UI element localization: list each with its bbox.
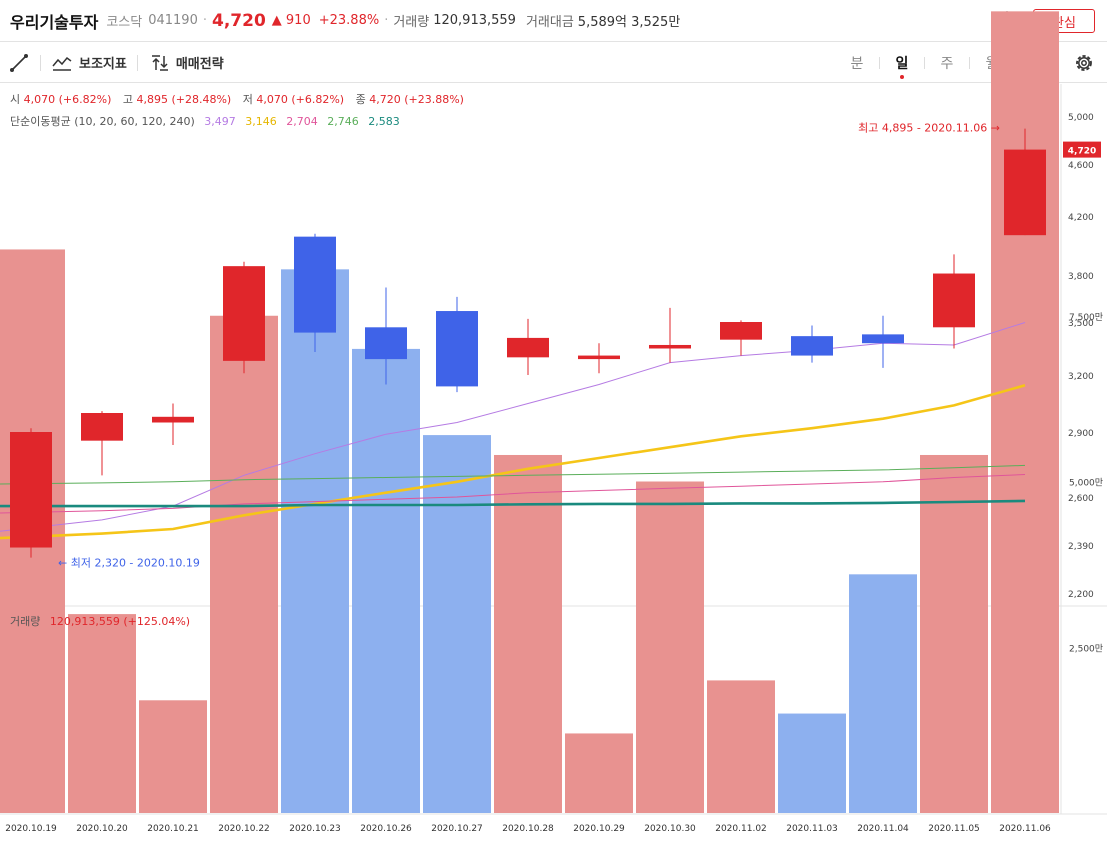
low-value: 4,070 (+6.82%) — [256, 93, 345, 106]
min-annotation: ← 최저 2,320 - 2020.10.19 — [58, 557, 200, 570]
date-tick-label: 2020.11.05 — [928, 824, 980, 834]
close-value: 4,720 (+23.88%) — [369, 93, 464, 106]
date-tick-label: 2020.11.03 — [786, 824, 838, 834]
date-tick-label: 2020.10.20 — [76, 824, 128, 834]
candle-body — [436, 311, 478, 387]
ma10-value: 3,497 — [204, 115, 236, 128]
date-tick-label: 2020.10.27 — [431, 824, 483, 834]
candle-body — [1004, 149, 1046, 236]
date-tick-label: 2020.10.23 — [289, 824, 341, 834]
open-value: 4,070 (+6.82%) — [23, 93, 112, 106]
open-label: 시 — [10, 93, 21, 106]
date-tick-label: 2020.10.19 — [5, 824, 57, 834]
volume-bar — [210, 315, 278, 813]
candle-body — [294, 236, 336, 333]
candle-body — [10, 432, 52, 548]
candle-body — [152, 416, 194, 423]
price-tick-label: 3,200 — [1068, 372, 1094, 382]
date-tick-label: 2020.10.29 — [573, 824, 625, 834]
volume-legend: 거래량 120,913,559 (+125.04%) — [10, 613, 190, 629]
max-annotation: 최고 4,895 - 2020.11.06 → — [858, 122, 1000, 135]
high-label: 고 — [122, 93, 133, 106]
candle-body — [720, 322, 762, 340]
close-label: 종 — [355, 93, 366, 106]
volume-tick-label: 5,000만 — [1069, 478, 1103, 489]
candle-body — [791, 336, 833, 356]
date-tick-label: 2020.10.28 — [502, 824, 554, 834]
price-tick-label: 2,600 — [1068, 494, 1094, 504]
volume-bar — [494, 454, 562, 813]
price-tick-label: 2,200 — [1068, 590, 1094, 600]
volume-bar — [636, 481, 704, 813]
volume-bar — [565, 733, 633, 813]
ma240-value: 2,583 — [368, 115, 400, 128]
volume-tick-label: 7,500만 — [1069, 312, 1103, 323]
candle-body — [507, 337, 549, 358]
date-tick-label: 2020.11.04 — [857, 824, 909, 834]
date-tick-label: 2020.10.26 — [360, 824, 412, 834]
price-tick-label: 2,900 — [1068, 429, 1094, 439]
volume-tick-label: 2,500만 — [1069, 643, 1103, 654]
price-tick-label: 4,600 — [1068, 161, 1094, 171]
date-tick-label: 2020.10.22 — [218, 824, 270, 834]
candle-body — [933, 273, 975, 328]
ohlc-legend: 시 4,070 (+6.82%) 고 4,895 (+28.48%) 저 4,0… — [10, 91, 472, 107]
current-price-label: 4,720 — [1068, 147, 1096, 157]
candle-body — [81, 413, 123, 441]
price-tick-label: 3,800 — [1068, 272, 1094, 282]
price-tick-label: 2,390 — [1068, 542, 1094, 552]
candle-body — [223, 266, 265, 361]
date-tick-label: 2020.11.06 — [999, 824, 1051, 834]
date-tick-label: 2020.10.21 — [147, 824, 199, 834]
volume-bar — [352, 348, 420, 813]
candle-body — [365, 327, 407, 360]
volume-bar — [849, 574, 917, 813]
volume-legend-value: 120,913,559 (+125.04%) — [49, 615, 191, 628]
volume-bar — [68, 614, 136, 813]
ma120-value: 2,746 — [327, 115, 359, 128]
ma-legend-label: 단순이동평균 (10, 20, 60, 120, 240) — [10, 115, 195, 128]
candle-body — [578, 355, 620, 360]
candle-body — [649, 344, 691, 349]
volume-bar — [139, 700, 207, 813]
ma20-value: 3,146 — [245, 115, 277, 128]
volume-bar — [423, 435, 491, 813]
price-tick-label: 4,200 — [1068, 213, 1094, 223]
ma-legend: 단순이동평균 (10, 20, 60, 120, 240) 3,497 3,14… — [10, 113, 400, 129]
low-label: 저 — [242, 93, 253, 106]
ma60-value: 2,704 — [286, 115, 318, 128]
volume-bar — [920, 454, 988, 813]
date-tick-label: 2020.11.02 — [715, 824, 767, 834]
volume-legend-label: 거래량 — [10, 615, 41, 628]
price-tick-label: 5,000 — [1068, 113, 1094, 123]
date-tick-label: 2020.10.30 — [644, 824, 696, 834]
high-value: 4,895 (+28.48%) — [136, 93, 232, 106]
volume-bar — [778, 713, 846, 813]
candle-body — [862, 334, 904, 344]
volume-bar — [707, 680, 775, 813]
